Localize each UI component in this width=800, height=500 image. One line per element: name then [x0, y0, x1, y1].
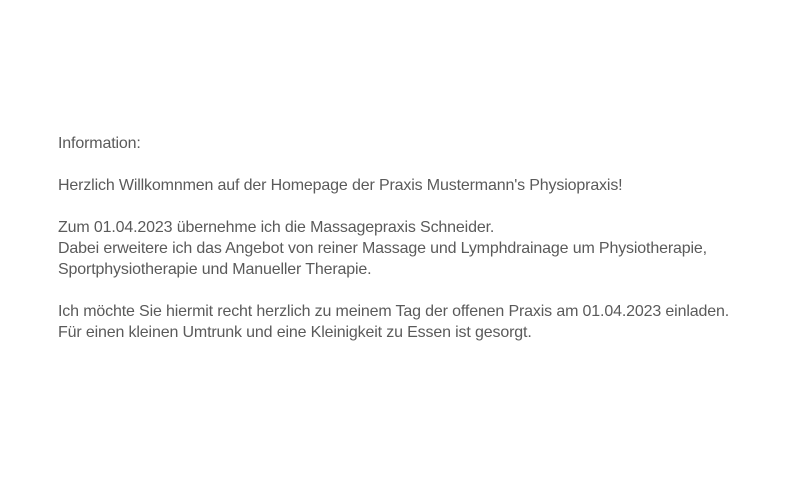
welcome-text: Herzlich Willkomnmen auf der Homepage de… [58, 177, 623, 194]
takeover-line: Dabei erweitere ich das Angebot von rein… [58, 240, 707, 257]
page: Information: Herzlich Willkomnmen auf de… [0, 0, 800, 500]
invitation-paragraph: Ich möchte Sie hiermit recht herzlich zu… [58, 301, 778, 343]
invitation-line: Ich möchte Sie hiermit recht herzlich zu… [58, 303, 730, 320]
invitation-line: Für einen kleinen Umtrunk und eine Klein… [58, 324, 532, 341]
information-section: Information: Herzlich Willkomnmen auf de… [58, 133, 778, 343]
takeover-line: Sportphysiotherapie und Manueller Therap… [58, 261, 372, 278]
takeover-paragraph: Zum 01.04.2023 übernehme ich die Massage… [58, 217, 778, 280]
takeover-line: Zum 01.04.2023 übernehme ich die Massage… [58, 219, 495, 236]
information-heading: Information: [58, 135, 141, 152]
